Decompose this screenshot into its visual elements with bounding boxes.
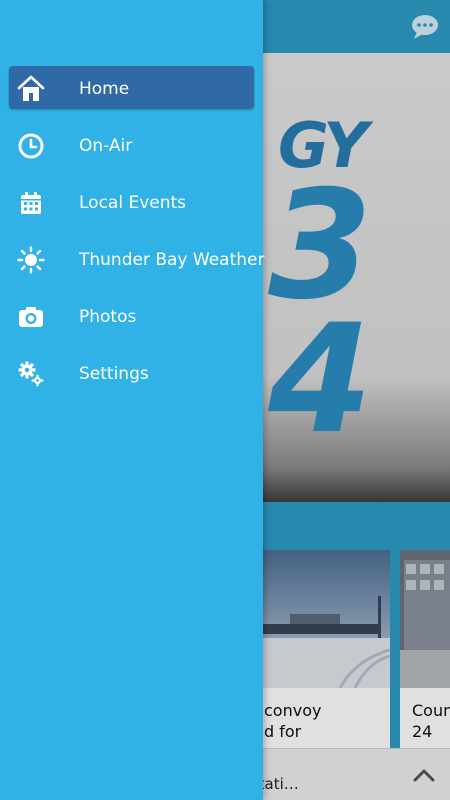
calendar-icon: [17, 189, 45, 217]
navigation-drawer: Home On-Air Local Events Thunder Bay Wea…: [0, 0, 265, 800]
nav-item-weather[interactable]: Thunder Bay Weather: [0, 231, 265, 288]
clock-icon: [17, 132, 45, 160]
gears-icon: [17, 360, 45, 388]
home-icon: [17, 75, 45, 103]
nav-item-label: Settings: [79, 363, 149, 384]
nav-item-label: Local Events: [79, 192, 187, 213]
nav-item-label: On-Air: [79, 135, 133, 156]
nav-item-on-air[interactable]: On-Air: [0, 117, 263, 174]
nav-list: Home On-Air Local Events Thunder Bay Wea…: [0, 60, 265, 402]
nav-item-photos[interactable]: Photos: [0, 288, 263, 345]
nav-item-label: Home: [79, 78, 130, 99]
camera-icon: [17, 303, 45, 331]
nav-item-local-events[interactable]: Local Events: [0, 174, 263, 231]
sun-icon: [17, 245, 45, 274]
nav-item-settings[interactable]: Settings: [0, 345, 263, 402]
nav-item-label: Thunder Bay Weather: [79, 249, 265, 270]
nav-item-label: Photos: [79, 306, 137, 327]
nav-item-home[interactable]: Home: [0, 60, 263, 117]
